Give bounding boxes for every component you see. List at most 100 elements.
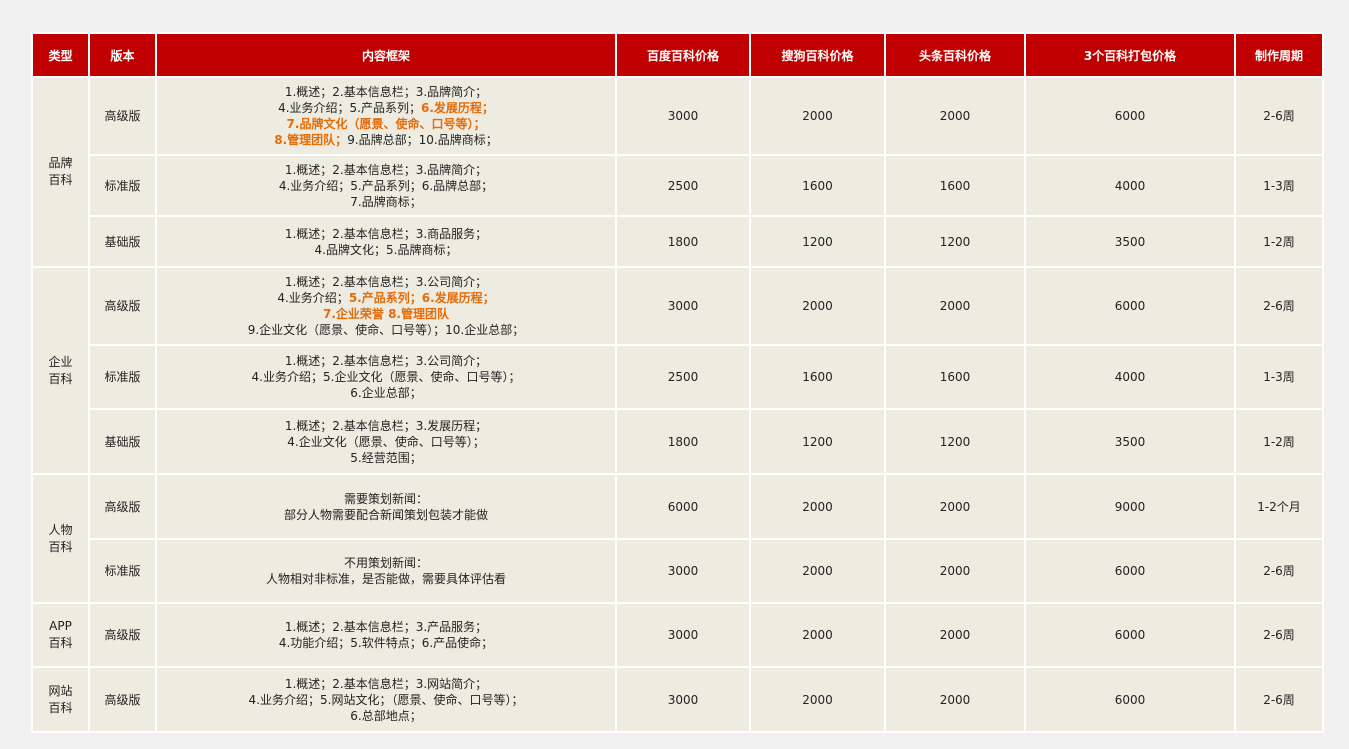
table-row: 基础版 1.概述；2.基本信息栏；3.商品服务； 4.品牌文化；5.品牌商标； 180…: [32, 215, 1324, 268]
sogou-price-cell: 1600: [749, 154, 886, 217]
content-line: 6.企业总部；: [161, 385, 611, 401]
table-row: 标准版 不用策划新闻： 人物相对非标准，是否能做，需要具体评估看 3000 2000 20…: [32, 538, 1324, 604]
sogou-price-cell: 1200: [749, 215, 886, 268]
edition-cell: 标准版: [88, 154, 157, 217]
baidu-price-cell: 3000: [615, 76, 751, 156]
content-text: 需要策划新闻：: [343, 491, 428, 506]
table-row: 标准版 1.概述；2.基本信息栏；3.公司简介； 4.业务介绍；5.企业文化（愿景、…: [32, 344, 1324, 410]
content-line: 1.概述；2.基本信息栏；3.公司简介；: [161, 353, 611, 369]
baidu-price-cell: 3000: [615, 266, 751, 346]
edition-cell: 标准版: [88, 344, 157, 410]
sogou-price-cell: 2000: [749, 538, 886, 604]
content-line: 1.概述；2.基本信息栏；3.品牌简介；: [161, 162, 611, 178]
content-text: 1.概述；2.基本信息栏；3.发展历程；: [284, 418, 488, 433]
sogou-price-cell: 1200: [749, 408, 886, 475]
period-cell: 2-6周: [1234, 266, 1324, 346]
bundle-price-cell: 3500: [1024, 215, 1236, 268]
content-text: 9.品牌总部；10.品牌商标；: [347, 133, 498, 147]
content-line: 1.概述；2.基本信息栏；3.网站简介；: [161, 676, 611, 692]
table-header-row: 类型 版本 内容框架 百度百科价格 搜狗百科价格 头条百科价格 3个百科打包价格…: [31, 32, 1324, 78]
content-cell: 1.概述；2.基本信息栏；3.产品服务； 4.功能介绍；5.软件特点；6.产品使命…: [155, 602, 617, 668]
bundle-price-cell: 4000: [1024, 154, 1236, 217]
sogou-price-cell: 2000: [749, 473, 886, 540]
table-row: 标准版 1.概述；2.基本信息栏；3.品牌简介； 4.业务介绍；5.产品系列；6.品…: [32, 154, 1324, 217]
type-label: 百科: [48, 700, 73, 715]
content-line: 7.品牌商标；: [161, 194, 611, 210]
content-line: 4.业务介绍；5.网站文化；（愿景、使命、口号等）；: [161, 692, 611, 708]
type-label: 百科: [48, 371, 73, 386]
baidu-price-cell: 1800: [615, 408, 751, 475]
table-row: 网站 百科 高级版 1.概述；2.基本信息栏；3.网站简介； 4.业务介绍；5.网站文化…: [31, 666, 1324, 733]
content-text: 4.业务介绍；5.企业文化（愿景、使命、口号等）；: [251, 370, 521, 384]
edition-cell: 基础版: [88, 408, 157, 475]
period-cell: 2-6周: [1234, 76, 1324, 156]
period-cell: 2-6周: [1234, 602, 1324, 668]
header-type: 类型: [31, 32, 90, 78]
edition-cell: 标准版: [88, 538, 157, 604]
bundle-price-cell: 6000: [1024, 266, 1236, 346]
content-line: 7.品牌文化（愿景、使命、口号等）；: [161, 116, 611, 132]
sogou-price-cell: 1600: [749, 344, 886, 410]
toutiao-price-cell: 2000: [884, 266, 1026, 346]
baidu-price-cell: 2500: [615, 344, 751, 410]
toutiao-price-cell: 1600: [884, 344, 1026, 410]
toutiao-price-cell: 1600: [884, 154, 1026, 217]
content-cell: 1.概述；2.基本信息栏；3.品牌简介； 4.业务介绍；5.产品系列；6.品牌总部…: [155, 154, 617, 217]
content-text: 1.概述；2.基本信息栏；3.网站简介；: [284, 676, 488, 691]
header-bundle-price: 3个百科打包价格: [1024, 32, 1236, 78]
period-cell: 2-6周: [1234, 666, 1324, 733]
type-label: 百科: [48, 539, 73, 554]
highlighted-text: 5.产品系列；6.发展历程；: [348, 291, 495, 305]
toutiao-price-cell: 2000: [884, 76, 1026, 156]
baidu-price-cell: 2500: [615, 154, 751, 217]
baidu-price-cell: 6000: [615, 473, 751, 540]
content-cell: 1.概述；2.基本信息栏；3.公司简介； 4.业务介绍；5.产品系列；6.发展历程…: [155, 266, 617, 346]
content-text: 4.业务介绍；: [277, 291, 349, 305]
content-line: 4.企业文化（愿景、使命、口号等）；: [161, 434, 611, 450]
header-edition: 版本: [88, 32, 157, 78]
type-label: 百科: [48, 636, 73, 650]
content-line: 1.概述；2.基本信息栏；3.产品服务；: [161, 619, 611, 635]
content-cell: 1.概述；2.基本信息栏；3.品牌简介； 4.业务介绍；5.产品系列；6.发展历程…: [155, 76, 617, 156]
content-line: 不用策划新闻：: [161, 555, 611, 571]
content-cell: 需要策划新闻： 部分人物需要配合新闻策划包装才能做: [155, 473, 617, 540]
baidu-price-cell: 3000: [615, 666, 751, 733]
content-line: 5.经营范围；: [161, 450, 611, 466]
bundle-price-cell: 6000: [1024, 602, 1236, 668]
sogou-price-cell: 2000: [749, 266, 886, 346]
bundle-price-cell: 4000: [1024, 344, 1236, 410]
bundle-price-cell: 6000: [1024, 666, 1236, 733]
table-row: 企业 百科 高级版 1.概述；2.基本信息栏；3.公司简介； 4.业务介绍；5.产品系列…: [31, 266, 1324, 475]
header-toutiao-price: 头条百科价格: [884, 32, 1026, 78]
header-sogou-price: 搜狗百科价格: [749, 32, 886, 78]
content-text: 人物相对非标准，是否能做，需要具体评估看: [265, 572, 506, 586]
toutiao-price-cell: 2000: [884, 602, 1026, 668]
edition-cell: 高级版: [88, 473, 157, 540]
bundle-price-cell: 6000: [1024, 76, 1236, 156]
table-row: APP 百科 高级版 1.概述；2.基本信息栏；3.产品服务； 4.功能介绍；5.软件特…: [31, 602, 1324, 668]
type-label: APP: [49, 619, 72, 633]
content-text: 不用策划新闻：: [343, 556, 428, 570]
content-text: 6.总部地点；: [350, 708, 422, 723]
toutiao-price-cell: 2000: [884, 538, 1026, 604]
header-content: 内容框架: [155, 32, 617, 78]
period-cell: 1-3周: [1234, 344, 1324, 410]
type-label: 网站: [48, 683, 73, 698]
bundle-price-cell: 9000: [1024, 473, 1236, 540]
toutiao-price-cell: 1200: [884, 408, 1026, 475]
period-cell: 1-2周: [1234, 215, 1324, 268]
content-line: 7.企业荣誉 8.管理团队: [161, 306, 611, 322]
baidu-price-cell: 1800: [615, 215, 751, 268]
period-cell: 1-2周: [1234, 408, 1324, 475]
content-line: 6.总部地点；: [161, 708, 611, 724]
edition-cell: 高级版: [88, 266, 157, 346]
content-text: 4.业务介绍；5.网站文化；（愿景、使命、口号等）；: [248, 692, 524, 707]
pricing-table-container: 类型 版本 内容框架 百度百科价格 搜狗百科价格 头条百科价格 3个百科打包价格…: [31, 32, 1324, 733]
content-cell: 1.概述；2.基本信息栏；3.发展历程； 4.企业文化（愿景、使命、口号等）； 5.…: [155, 408, 617, 475]
content-line: 9.企业文化（愿景、使命、口号等）；10.企业总部；: [161, 322, 611, 338]
content-text: 4.企业文化（愿景、使命、口号等）；: [287, 434, 485, 449]
edition-cell: 高级版: [88, 76, 157, 156]
toutiao-price-cell: 2000: [884, 666, 1026, 733]
type-label: 人物: [48, 522, 73, 537]
content-text: 4.业务介绍；5.产品系列；6.品牌总部；: [278, 178, 494, 193]
